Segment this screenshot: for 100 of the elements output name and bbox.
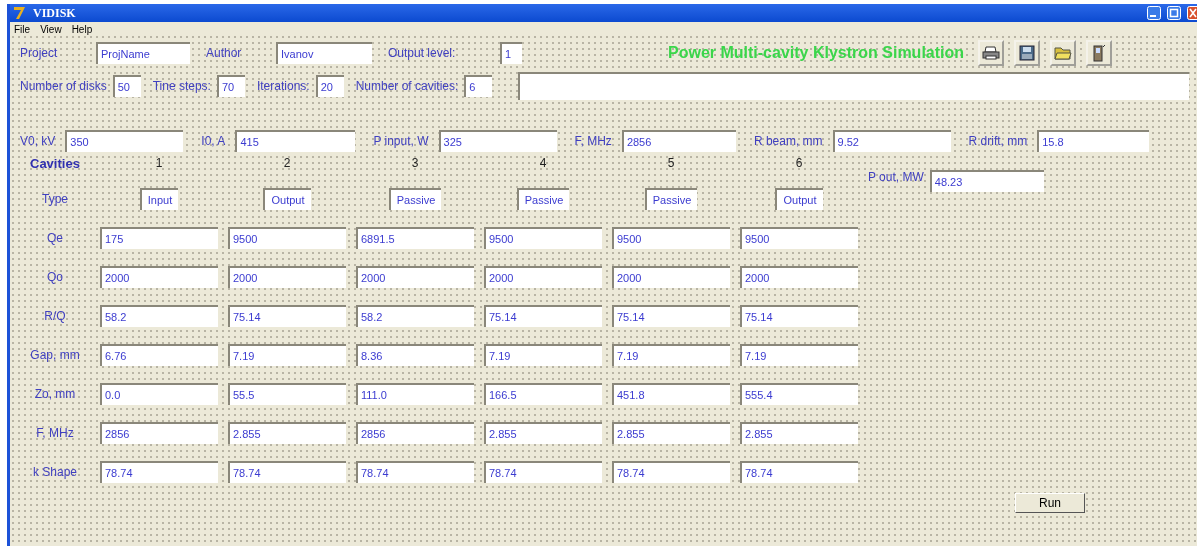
input-field[interactable]: 451.8 [612,383,730,405]
input-field[interactable]: 111.0 [356,383,474,405]
input-field[interactable]: 555.4 [740,383,858,405]
input-field[interactable]: 2.855 [612,422,730,444]
menu-item[interactable]: View [40,23,62,35]
input-field[interactable]: 75.14 [612,305,730,327]
input-field[interactable]: 70 [216,75,245,97]
input-field[interactable]: 78.74 [484,461,602,483]
field-label: Tine steps: [152,79,211,93]
input-field[interactable]: 6 [464,75,493,97]
input-field[interactable]: 20 [315,75,344,97]
input-field[interactable]: 6891.5 [356,227,474,249]
input-field[interactable]: 7.19 [484,344,602,366]
input-field[interactable]: 75.14 [228,305,346,327]
input-field[interactable]: 7.19 [612,344,730,366]
input-field[interactable]: 6.76 [100,344,218,366]
window-title: VIDISK [33,5,76,21]
input-field[interactable]: Passive [516,188,570,210]
field-label: P input, W [373,134,429,148]
input-field[interactable]: 78.74 [740,461,858,483]
input-field[interactable]: 9500 [612,227,730,249]
input-field[interactable]: 7.19 [740,344,858,366]
input-field[interactable]: 2000 [228,266,346,288]
input-field[interactable]: Passive [388,188,442,210]
input-field[interactable]: 58.2 [100,305,218,327]
row-label: k Shape [31,465,78,479]
message-field[interactable] [518,72,1189,100]
input-field[interactable]: 2.855 [228,422,346,444]
input-field[interactable]: 78.74 [612,461,730,483]
field-label: F, MHz [574,134,612,148]
row-label: Zo, mm [33,387,77,401]
minimize-icon[interactable] [1147,6,1161,20]
door-icon [1092,44,1107,62]
input-field[interactable]: 2000 [612,266,730,288]
input-field[interactable]: Passive [644,188,698,210]
input-field[interactable]: 350 [65,130,184,152]
printer-icon [982,45,1001,61]
input-field[interactable]: 2000 [356,266,474,288]
door-button[interactable] [1086,40,1113,66]
field-label: V0, kV [20,134,56,148]
input-field[interactable]: 2856 [621,130,736,152]
input-field[interactable]: 8.36 [356,344,474,366]
input-field[interactable]: 48.23 [929,170,1044,192]
input-field[interactable]: 75.14 [484,305,602,327]
input-field[interactable]: 166.5 [484,383,602,405]
input-field[interactable]: 2856 [356,422,474,444]
input-field[interactable]: 175 [100,227,218,249]
input-field[interactable]: 2000 [740,266,858,288]
input-field[interactable]: 78.74 [228,461,346,483]
input-field[interactable]: 58.2 [356,305,474,327]
field-label: Iterations: [256,79,310,93]
input-field[interactable]: 2000 [100,266,218,288]
input-field[interactable]: 9.52 [832,130,951,152]
field-label: Author [206,46,242,60]
menu-item[interactable]: Help [71,23,93,35]
input-field[interactable]: 15.8 [1037,130,1150,152]
input-field[interactable]: 78.74 [356,461,474,483]
app-heading: Power Multi-cavity Klystron Simulation [668,44,965,62]
input-field[interactable]: 50 [112,75,141,97]
maximize-icon[interactable] [1167,6,1181,20]
input-field[interactable]: Output [263,188,311,210]
input-field[interactable]: 9500 [484,227,602,249]
input-field[interactable]: 9500 [740,227,858,249]
input-field[interactable]: Input [139,188,179,210]
section-title: Cavities [29,156,81,171]
input-field[interactable]: 415 [235,130,356,152]
input-field[interactable]: 7.19 [228,344,346,366]
input-field[interactable]: 2000 [484,266,602,288]
input-field[interactable]: 2.855 [484,422,602,444]
input-field[interactable]: 1 [500,42,522,64]
field-label: Number of disks [20,79,107,93]
input-field[interactable]: ProjName [96,42,190,64]
column-header: 3 [410,156,420,171]
column-header: 2 [282,156,292,171]
input-field[interactable]: Output [775,188,823,210]
field-label: Output level: [388,46,456,60]
input-field[interactable]: 9500 [228,227,346,249]
input-field[interactable]: 55.5 [228,383,346,405]
input-field[interactable]: 0.0 [100,383,218,405]
input-field[interactable]: 325 [438,130,557,152]
field-label: Number of cavities: [355,79,459,93]
app-icon [13,6,27,20]
run-button[interactable]: Run [1015,493,1085,513]
input-field[interactable]: 2.855 [740,422,858,444]
printer-button[interactable] [978,40,1005,66]
close-icon[interactable] [1187,6,1197,20]
row-label: Qe [46,231,64,245]
input-field[interactable]: Ivanov [276,42,372,64]
folder-icon [1054,45,1073,61]
column-header: 6 [794,156,804,171]
disk-button[interactable] [1014,40,1041,66]
folder-button[interactable] [1050,40,1077,66]
field-label: P out, MW [868,170,924,184]
input-field[interactable]: 2856 [100,422,218,444]
input-field[interactable]: 78.74 [100,461,218,483]
menu-item[interactable]: File [14,23,31,35]
row-label: Gap, mm [29,348,81,362]
row-label: F, MHz [35,426,75,440]
field-label: R beam, mm [753,134,823,148]
input-field[interactable]: 75.14 [740,305,858,327]
